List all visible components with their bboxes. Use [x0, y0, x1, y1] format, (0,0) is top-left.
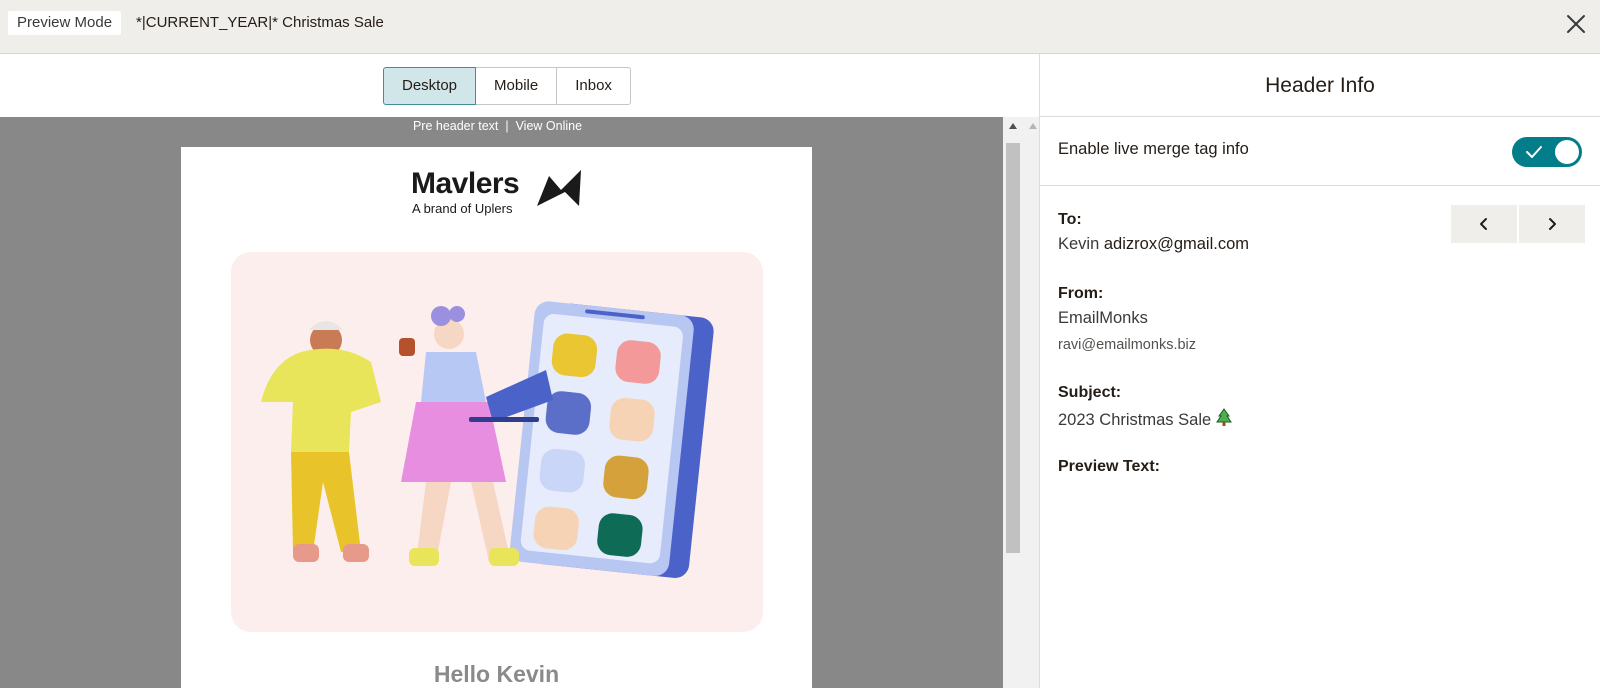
- preview-scrollbar[interactable]: [1003, 117, 1039, 688]
- toggle-knob: [1555, 140, 1579, 164]
- preheader-bar: Pre header text | View Online: [0, 117, 995, 145]
- from-label: From:: [1058, 285, 1104, 302]
- email-preview-canvas: Pre header text | View Online Mavlers A …: [0, 117, 1003, 688]
- scroll-up-arrow-secondary-icon: [1029, 123, 1037, 129]
- next-recipient-button[interactable]: [1519, 205, 1585, 243]
- close-icon: [1567, 15, 1585, 33]
- merge-tag-toggle-row: Enable live merge tag info: [1040, 117, 1600, 186]
- preview-mode-badge: Preview Mode: [8, 11, 122, 35]
- subject-value-row: 2023 Christmas Sale: [1058, 408, 1232, 430]
- scroll-up-arrow-icon[interactable]: [1009, 123, 1017, 129]
- preheader-separator: |: [505, 119, 509, 133]
- logo-wordmark: Mavlers: [411, 167, 520, 200]
- recipient-nav: [1451, 205, 1587, 243]
- tab-inbox[interactable]: Inbox: [556, 67, 631, 105]
- to-label: To:: [1058, 211, 1082, 228]
- to-email: adizrox@gmail.com: [1103, 235, 1249, 253]
- subject-value: 2023 Christmas Sale: [1058, 411, 1212, 429]
- preview-text-label: Preview Text:: [1058, 458, 1160, 475]
- to-value: Kevin adizrox@gmail.com: [1058, 235, 1249, 254]
- logo-mark-icon: [537, 170, 581, 206]
- christmas-tree-icon: [1215, 408, 1232, 426]
- hero-illustration: [231, 252, 763, 632]
- close-button[interactable]: [1562, 10, 1590, 38]
- from-email: ravi@emailmonks.biz: [1058, 337, 1197, 353]
- merge-tag-toggle[interactable]: [1512, 137, 1582, 167]
- logo-tagline: A brand of Uplers: [412, 201, 513, 216]
- header-info-title: Header Info: [1040, 54, 1600, 117]
- to-name: Kevin: [1058, 235, 1100, 253]
- people-with-phone-illustration: [261, 301, 714, 578]
- merge-tag-toggle-label: Enable live merge tag info: [1058, 140, 1249, 158]
- previous-recipient-button[interactable]: [1451, 205, 1517, 243]
- tab-desktop[interactable]: Desktop: [383, 67, 477, 105]
- view-online-link[interactable]: View Online: [516, 119, 582, 133]
- preheader-text: Pre header text: [412, 119, 499, 133]
- view-switcher: Desktop Mobile Inbox: [383, 67, 631, 105]
- brand-logo: Mavlers A brand of Uplers: [411, 167, 586, 216]
- chevron-right-icon: [1549, 218, 1556, 230]
- scroll-thumb[interactable]: [1006, 143, 1020, 553]
- from-name: EmailMonks: [1058, 309, 1148, 327]
- email-greeting: Hello Kevin: [433, 661, 560, 687]
- subject-label: Subject:: [1058, 384, 1122, 401]
- chevron-left-icon: [1480, 218, 1487, 230]
- check-icon: [1526, 146, 1542, 158]
- campaign-title: *|CURRENT_YEAR|* Christmas Sale: [136, 14, 384, 31]
- email-body: Mavlers A brand of Uplers Hello Kevin: [181, 147, 812, 688]
- tab-mobile[interactable]: Mobile: [475, 67, 558, 105]
- preview-topbar: Preview Mode *|CURRENT_YEAR|* Christmas …: [0, 0, 1600, 54]
